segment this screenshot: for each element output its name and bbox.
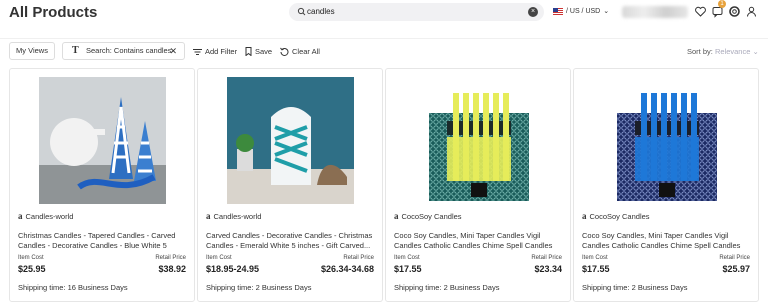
- retail-price: $23.34: [534, 264, 562, 274]
- clear-search-icon[interactable]: ×: [528, 7, 538, 17]
- product-title[interactable]: Christmas Candles - Tapered Candles - Ca…: [18, 231, 190, 251]
- store-name: a Candles-world: [206, 211, 261, 221]
- store-name: a CocoSoy Candles: [582, 211, 650, 221]
- add-filter-label: Add Filter: [205, 47, 238, 56]
- blue-white-carved-candle-image: [39, 77, 166, 204]
- search-value: candles: [307, 7, 335, 16]
- shipping-time: Shipping time: 2 Business Days: [582, 283, 688, 292]
- notification-badge: 1: [718, 0, 726, 8]
- store-label: CocoSoy Candles: [401, 211, 462, 221]
- save-label: Save: [255, 47, 273, 56]
- product-image[interactable]: [39, 77, 166, 204]
- item-cost: $17.55: [582, 264, 610, 274]
- sort-label: Sort by:: [687, 47, 713, 56]
- heart-icon[interactable]: [694, 5, 707, 18]
- add-filter-button[interactable]: Add Filter: [193, 47, 237, 56]
- item-cost: $17.55: [394, 264, 422, 274]
- blue-taper-candles-box-image: [603, 77, 730, 204]
- retail-price-label: Retail Price: [531, 255, 562, 261]
- yellow-taper-candles-box-image: [415, 77, 542, 204]
- store-name: a Candles-world: [18, 211, 73, 221]
- remove-filter-icon[interactable]: ✕: [169, 43, 177, 59]
- region-currency-selector[interactable]: / US / USD ⌄: [553, 7, 609, 15]
- store-label: Candles-world: [213, 211, 262, 221]
- filter-chip-label: Search: Contains candles: [86, 46, 172, 55]
- amazon-logo-icon: a: [394, 211, 399, 221]
- shipping-time: Shipping time: 2 Business Days: [206, 283, 312, 292]
- reset-icon: [280, 47, 289, 56]
- product-title[interactable]: Carved Candles - Decorative Candles - Ch…: [206, 231, 378, 251]
- amazon-logo-icon: a: [206, 211, 211, 221]
- shipping-time: Shipping time: 2 Business Days: [394, 283, 500, 292]
- shipping-time: Shipping time: 16 Business Days: [18, 283, 128, 292]
- text-filter-icon: T: [72, 45, 79, 56]
- save-button[interactable]: Save: [245, 47, 272, 56]
- chevron-down-icon: ⌄: [603, 8, 610, 15]
- retail-price-label: Retail Price: [155, 255, 186, 261]
- store-label: CocoSoy Candles: [589, 211, 650, 221]
- filter-lines-icon: [193, 48, 202, 55]
- emerald-carved-candle-image: [227, 77, 354, 204]
- product-title[interactable]: Coco Soy Candles, Mini Taper Candles Vig…: [582, 231, 754, 251]
- bookmark-icon: [245, 47, 252, 56]
- search-filter-chip[interactable]: T Search: Contains candles ✕: [62, 42, 185, 60]
- retail-price-label: Retail Price: [343, 255, 374, 261]
- sort-value: Relevance: [714, 47, 751, 56]
- item-cost-label: Item Cost: [18, 255, 44, 261]
- product-image[interactable]: [227, 77, 354, 204]
- item-cost-label: Item Cost: [582, 255, 608, 261]
- search-input[interactable]: candles ×: [289, 3, 544, 21]
- filter-toolbar: My Views T Search: Contains candles ✕ Ad…: [0, 38, 768, 62]
- user-icon[interactable]: [745, 5, 758, 18]
- product-image[interactable]: [603, 77, 730, 204]
- item-cost-label: Item Cost: [206, 255, 232, 261]
- product-image[interactable]: [415, 77, 542, 204]
- retail-price: $25.97: [722, 264, 750, 274]
- retail-price-label: Retail Price: [719, 255, 750, 261]
- store-label: Candles-world: [25, 211, 74, 221]
- help-lifebuoy-icon[interactable]: [728, 5, 741, 18]
- item-cost-label: Item Cost: [394, 255, 420, 261]
- my-views-button[interactable]: My Views: [9, 42, 55, 60]
- product-title[interactable]: Coco Soy Candles, Mini Taper Candles Vig…: [394, 231, 566, 251]
- top-header: All Products candles × / US / USD ⌄ 1: [0, 0, 768, 27]
- product-card[interactable]: a Candles-world Christmas Candles - Tape…: [9, 68, 195, 302]
- chevron-down-icon: ⌄: [752, 47, 759, 56]
- item-cost: $18.95-24.95: [206, 264, 260, 274]
- retail-price: $26.34-34.68: [320, 264, 374, 274]
- page-title: All Products: [9, 4, 98, 21]
- amazon-logo-icon: a: [582, 211, 587, 221]
- item-cost: $25.95: [18, 264, 46, 274]
- blurred-account-info: [622, 6, 688, 18]
- region-label: / US / USD: [566, 7, 601, 15]
- clear-all-button[interactable]: Clear All: [280, 47, 320, 56]
- amazon-logo-icon: a: [18, 211, 23, 221]
- us-flag-icon: [553, 7, 563, 15]
- product-card[interactable]: a CocoSoy Candles Coco Soy Candles, Mini…: [573, 68, 759, 302]
- product-card[interactable]: a Candles-world Carved Candles - Decorat…: [197, 68, 383, 302]
- store-name: a CocoSoy Candles: [394, 211, 462, 221]
- clear-all-label: Clear All: [292, 47, 320, 56]
- sort-dropdown[interactable]: Sort by: Relevance ⌄: [687, 47, 759, 56]
- product-card[interactable]: a CocoSoy Candles Coco Soy Candles, Mini…: [385, 68, 571, 302]
- retail-price: $38.92: [158, 264, 186, 274]
